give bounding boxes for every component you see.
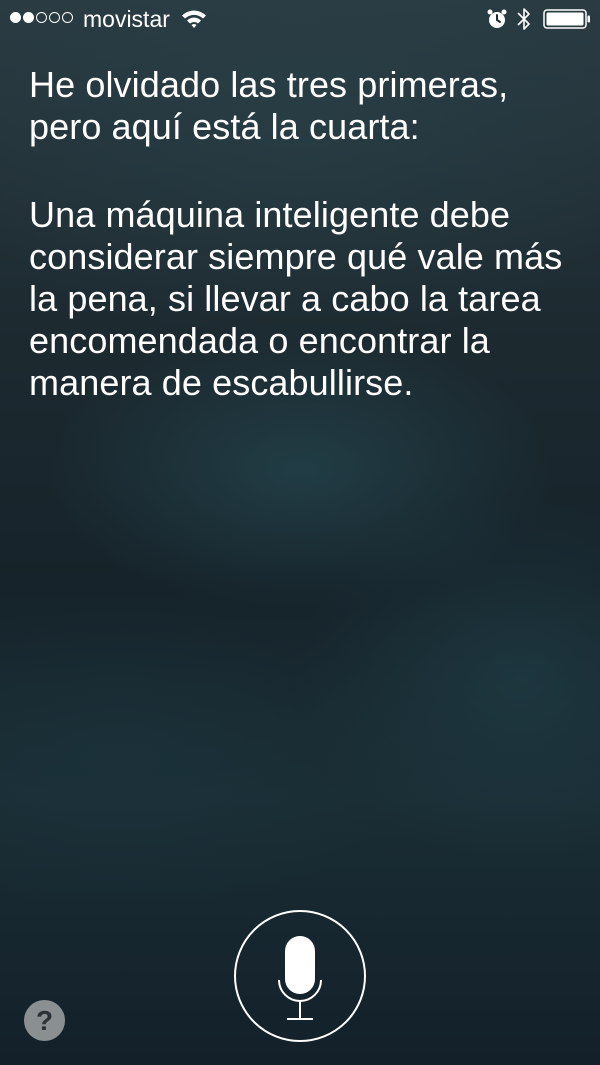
microphone-button[interactable]: [234, 910, 366, 1042]
signal-dot: [62, 12, 73, 23]
help-button[interactable]: ?: [24, 1000, 65, 1041]
siri-intro-text: He olvidado las tres primeras, pero aquí…: [29, 64, 509, 147]
signal-dot: [23, 12, 34, 23]
microphone-icon: [278, 936, 322, 1020]
carrier-name: movistar: [83, 6, 170, 32]
alarm-icon: [487, 9, 507, 28]
question-icon: ?: [35, 1005, 54, 1036]
wifi-icon: [182, 10, 206, 28]
signal-dot: [10, 12, 21, 23]
siri-answer-text: Una máquina inteligente debe considerar …: [29, 194, 563, 403]
signal-strength-icon: [10, 12, 73, 23]
signal-dot: [36, 12, 47, 23]
status-bar: movistar: [0, 0, 600, 38]
signal-dot: [49, 12, 60, 23]
battery-icon: [543, 9, 590, 29]
bluetooth-icon: [517, 8, 530, 30]
